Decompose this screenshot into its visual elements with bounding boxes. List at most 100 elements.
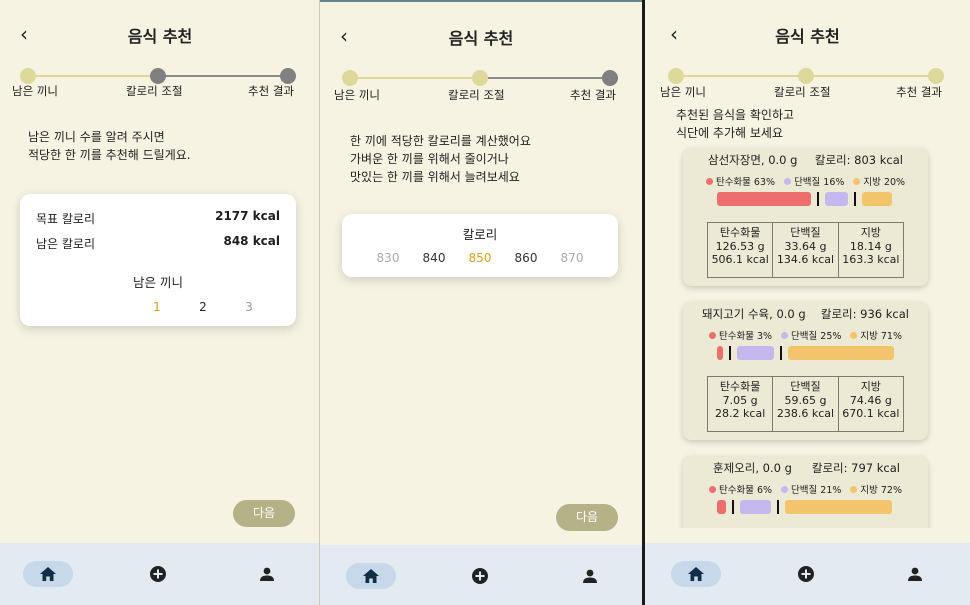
legend-carb-text: 탄수화물 63% [715, 177, 776, 188]
food-card[interactable]: 훈제오리, 0.0 g 칼로리: 797 kcal 탄수화물 6% 단백질 21… [683, 456, 928, 528]
legend-fat-text: 지방 20% [863, 177, 906, 188]
add-icon [150, 566, 166, 582]
legend-protein: 단백질 16% [784, 174, 844, 188]
step-dot-3 [928, 68, 944, 84]
meal-option-3[interactable]: 3 [234, 300, 264, 314]
legend-carb: 탄수화물 63% [705, 174, 776, 188]
carb-segment [717, 346, 723, 360]
calorie-picker-card: 칼로리 830 840 850 860 870 [342, 214, 618, 277]
fat-column: 지방 18.14 g 163.3 kcal [839, 223, 903, 277]
meal-option-2[interactable]: 2 [188, 300, 218, 314]
legend-fat: 지방 72% [850, 482, 902, 496]
intro-line-1: 한 끼에 적당한 칼로리를 계산했어요 [350, 134, 531, 148]
target-label: 목표 칼로리 [36, 212, 96, 226]
legend-protein-text: 단백질 25% [791, 331, 842, 342]
step-line-2 [480, 77, 610, 79]
step-label-1: 남은 끼니 [660, 85, 706, 99]
bar-separator [777, 500, 780, 514]
page-title: 음식 추천 [775, 27, 840, 46]
bar-separator [854, 192, 857, 206]
step-dot-3 [280, 68, 296, 84]
fat-grams: 18.14 g [849, 239, 892, 253]
page-title: 음식 추천 [448, 29, 514, 48]
step-label-2: 칼로리 조절 [774, 85, 831, 99]
macro-legend: 탄수화물 63% 단백질 16% 지방 20% [683, 174, 928, 188]
protein-column: 단백질 59.65 g 238.6 kcal [773, 377, 839, 431]
protein-dot-icon [781, 331, 789, 339]
calorie-option-840[interactable]: 840 [419, 251, 449, 265]
calorie-option-860[interactable]: 860 [511, 251, 541, 265]
food-list: 삼선자장면, 0.0 g 칼로리: 803 kcal 탄수화물 63% 단백질 … [645, 140, 970, 528]
calorie-option-870[interactable]: 870 [557, 251, 587, 265]
bottom-nav [320, 545, 642, 605]
legend-fat: 지방 20% [853, 174, 905, 188]
fat-kcal: 670.1 kcal [842, 407, 900, 420]
protein-kcal: 238.6 kcal [776, 407, 835, 420]
add-icon [798, 566, 814, 582]
user-icon [260, 567, 274, 581]
calorie-option-830[interactable]: 830 [373, 251, 403, 265]
nav-add[interactable] [793, 561, 819, 587]
step-label-3: 추천 결과 [248, 84, 294, 98]
food-card[interactable]: 삼선자장면, 0.0 g 칼로리: 803 kcal 탄수화물 63% 단백질 … [683, 148, 928, 286]
food-header: 삼선자장면, 0.0 g 칼로리: 803 kcal [683, 152, 928, 170]
nutrition-table: 탄수화물 7.05 g 28.2 kcal 단백질 59.65 g 238.6 kcal… [707, 376, 904, 432]
nav-profile[interactable] [577, 563, 603, 589]
carb-segment [717, 500, 726, 514]
food-kcal: 칼로리: 803 kcal [814, 153, 903, 167]
target-value: 2177 kcal [215, 209, 280, 223]
macro-legend: 탄수화물 6% 단백질 21% 지방 72% [683, 482, 928, 496]
carb-kcal: 28.2 kcal [715, 407, 766, 420]
carb-grams: 7.05 g [722, 393, 758, 407]
protein-header: 단백질 [790, 226, 821, 239]
next-button[interactable]: 다음 [556, 504, 618, 531]
nav-profile[interactable] [254, 561, 280, 587]
nav-home[interactable] [346, 563, 396, 589]
protein-dot-icon [784, 177, 792, 185]
food-card[interactable]: 돼지고기 수육, 0.0 g 칼로리: 936 kcal 탄수화물 3% 단백질… [683, 302, 928, 440]
carb-segment [717, 192, 811, 206]
legend-protein: 단백질 25% [781, 328, 841, 342]
food-header: 돼지고기 수육, 0.0 g 칼로리: 936 kcal [683, 306, 928, 324]
fat-dot-icon [853, 177, 861, 185]
nav-add[interactable] [467, 563, 493, 589]
legend-carb: 탄수화물 3% [708, 328, 773, 342]
nav-home[interactable] [23, 561, 73, 587]
protein-kcal: 134.6 kcal [776, 253, 835, 266]
header: ‹ 음식 추천 [0, 20, 320, 48]
carb-dot-icon [708, 485, 716, 493]
intro-line-2: 적당한 한 끼를 추천해 드릴게요. [28, 148, 191, 162]
intro-text: 추천된 음식을 확인하고 식단에 추가해 보세요 [676, 106, 794, 142]
home-icon [40, 567, 56, 581]
protein-segment [824, 192, 849, 206]
nav-profile[interactable] [902, 561, 928, 587]
remaining-label: 남은 칼로리 [36, 237, 96, 251]
fat-column: 지방 74.46 g 670.1 kcal [839, 377, 903, 431]
legend-fat-text: 지방 71% [860, 331, 903, 342]
food-name: 삼선자장면, 0.0 g [708, 153, 798, 167]
macro-bar [717, 192, 892, 206]
home-icon [688, 567, 704, 581]
protein-grams: 33.64 g [784, 239, 827, 253]
intro-line-3: 맛있는 한 끼를 위해서 늘려보세요 [350, 170, 520, 184]
legend-protein: 단백질 21% [781, 482, 841, 496]
step-label-3: 추천 결과 [570, 88, 616, 102]
nav-add[interactable] [145, 561, 171, 587]
food-name: 훈제오리, 0.0 g [713, 461, 792, 475]
nav-home[interactable] [671, 561, 721, 587]
user-icon [583, 569, 597, 583]
legend-carb-text: 탄수화물 6% [718, 485, 773, 496]
fat-kcal: 163.3 kcal [842, 253, 900, 266]
fat-dot-icon [850, 331, 858, 339]
user-icon [908, 567, 922, 581]
meal-option-1[interactable]: 1 [142, 300, 172, 314]
bottom-nav [0, 543, 320, 605]
carb-header: 탄수화물 [719, 226, 761, 239]
legend-carb-text: 탄수화물 3% [718, 331, 773, 342]
step-dot-1 [342, 70, 358, 86]
bar-separator [780, 346, 783, 360]
next-button[interactable]: 다음 [233, 500, 295, 527]
bar-separator [731, 500, 734, 514]
calorie-card: 목표 칼로리 2177 kcal 남은 칼로리 848 kcal 남은 끼니 1… [20, 194, 296, 326]
calorie-option-850[interactable]: 850 [465, 251, 495, 265]
